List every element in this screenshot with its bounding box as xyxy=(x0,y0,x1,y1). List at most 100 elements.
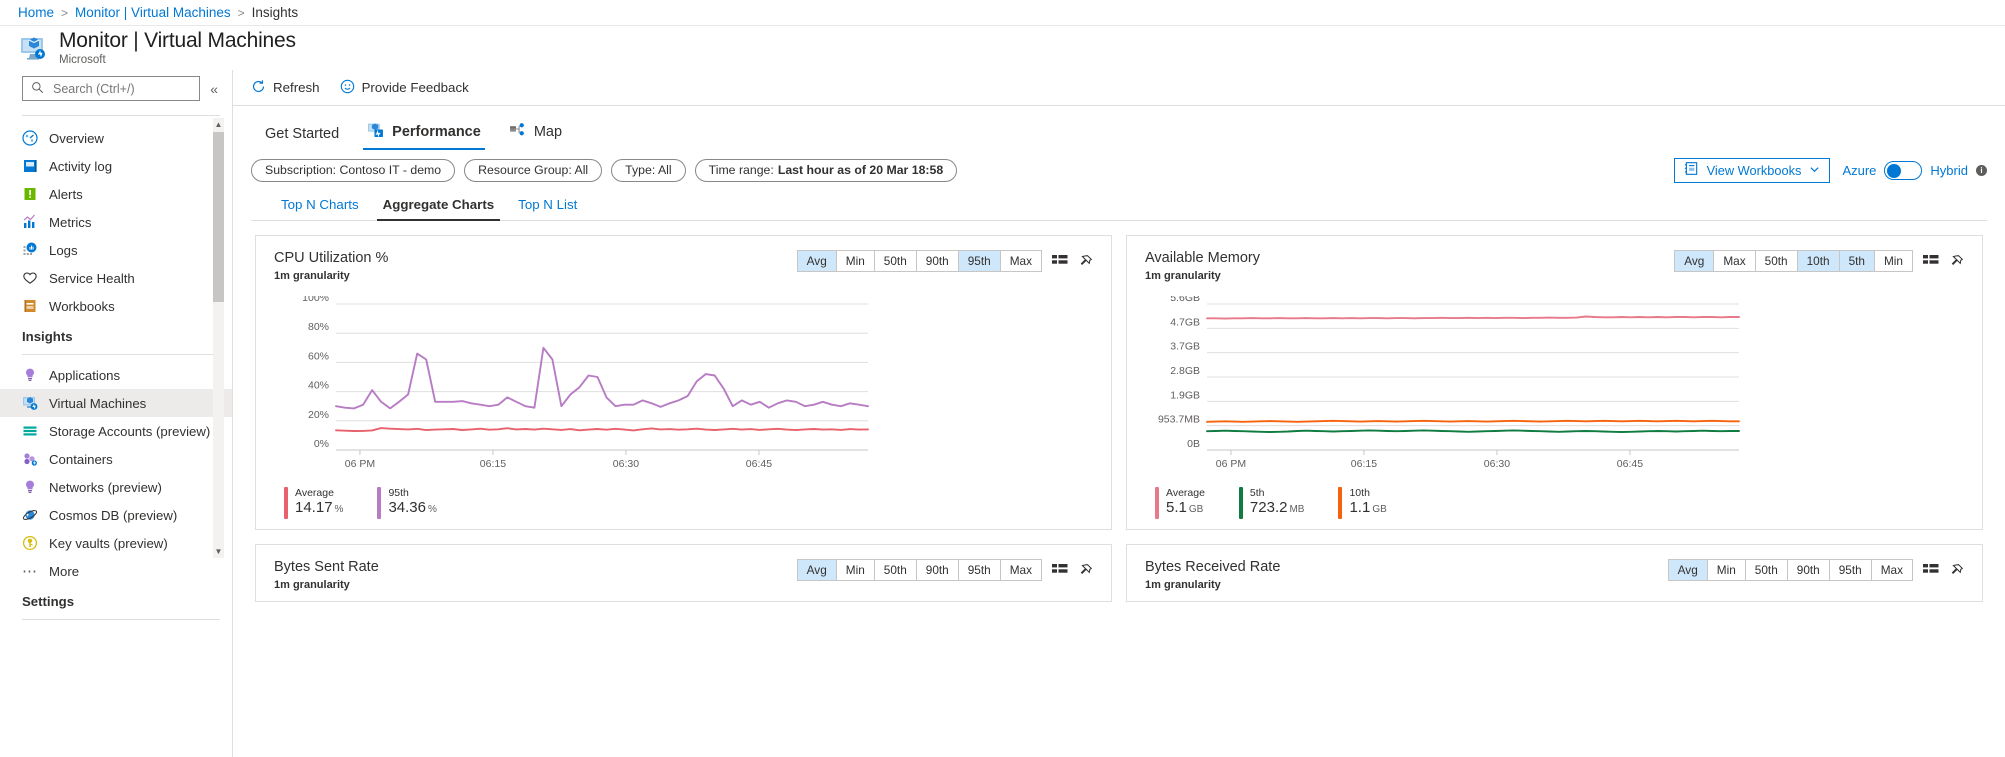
view-workbooks-button[interactable]: View Workbooks xyxy=(1673,157,1831,183)
divider xyxy=(22,354,220,355)
sidebar-item-label: Alerts xyxy=(49,186,83,202)
sidebar-item-logs[interactable]: Logs xyxy=(0,236,232,264)
percentile-option-bytes-received-50th[interactable]: 50th xyxy=(1745,560,1788,580)
line-chart-memory: 0B 953.7MB 1.9GB 2.8GB 3.7GB 4.7GB 5.6GB 06 PM 0… xyxy=(1158,292,1740,470)
sidebar-item-label: Activity log xyxy=(49,158,113,174)
sidebar-item-more[interactable]: ⋯ More xyxy=(0,557,232,585)
sidebar-item-alerts[interactable]: Alerts xyxy=(0,180,232,208)
subtab-aggregate-charts[interactable]: Aggregate Charts xyxy=(371,190,507,221)
percentile-option-bytes-sent-90th[interactable]: 90th xyxy=(916,560,959,580)
search-input[interactable] xyxy=(51,80,192,97)
filter-type[interactable]: Type: All xyxy=(611,158,686,182)
chart-card-bytes-received-rate: Bytes Received Rate 1m granularity Avg Mi… xyxy=(1126,544,1983,602)
storage-icon xyxy=(23,426,37,436)
percentile-option-bytes-sent-min[interactable]: Min xyxy=(836,560,875,580)
legend-series-unit: GB xyxy=(1188,504,1204,515)
percentile-option-bytes-received-min[interactable]: Min xyxy=(1707,560,1746,580)
percentile-option-bytes-sent-95th[interactable]: 95th xyxy=(958,560,1001,580)
sidebar-section-insights: Insights xyxy=(22,329,73,344)
sidebar-item-networks[interactable]: Networks (preview) xyxy=(0,473,232,501)
percentile-option-bytes-sent-max[interactable]: Max xyxy=(1000,560,1041,580)
azure-hybrid-toggle[interactable] xyxy=(1884,160,1923,180)
y-axis-tick-label: 40% xyxy=(308,380,329,392)
chart-grid: CPU Utilization % 1m granularity Avg Min 5… xyxy=(233,221,2005,602)
percentile-option-memory-avg[interactable]: Avg xyxy=(1675,251,1715,271)
containers-icon xyxy=(24,453,37,466)
ellipsis-icon: ⋯ xyxy=(22,563,39,580)
sidebar-item-label: Applications xyxy=(49,367,121,383)
legend-series-name: 95th xyxy=(388,487,409,499)
legend-toggle-icon[interactable] xyxy=(1052,563,1068,577)
chart-title: Bytes Sent Rate xyxy=(274,559,379,575)
legend-series-value: 723.2 MB xyxy=(1249,499,1305,516)
subtab-top-n-list[interactable]: Top N List xyxy=(506,190,589,220)
percentile-option-cpu-50th[interactable]: 50th xyxy=(874,251,917,271)
percentile-selector-bytes-sent: Avg Min 50th 90th 95th Max xyxy=(796,559,1042,581)
tab-performance[interactable]: Performance xyxy=(353,121,495,150)
filter-resource-group[interactable]: Resource Group: All xyxy=(464,158,603,182)
chart-header: Bytes Sent Rate 1m granularity Avg Min 50t… xyxy=(274,559,1093,591)
map-icon xyxy=(509,121,526,142)
sidebar-item-label: Key vaults (preview) xyxy=(49,535,168,551)
sidebar-item-containers[interactable]: Containers xyxy=(0,445,232,473)
sidebar-item-activity-log[interactable]: Activity log xyxy=(0,152,232,180)
tab-get-started[interactable]: Get Started xyxy=(251,126,353,150)
percentile-option-bytes-received-avg[interactable]: Avg xyxy=(1668,560,1708,580)
percentile-option-bytes-received-95th[interactable]: 95th xyxy=(1829,560,1872,580)
y-axis-tick-label: 0B xyxy=(1187,438,1200,450)
pin-icon[interactable] xyxy=(1949,563,1964,578)
percentile-option-cpu-95th[interactable]: 95th xyxy=(958,251,1001,271)
search-box[interactable] xyxy=(22,76,201,101)
provide-feedback-button[interactable]: Provide Feedback xyxy=(340,79,469,97)
x-axis-tick-label: 06:30 xyxy=(613,458,639,470)
tab-map[interactable]: Map xyxy=(495,121,576,150)
scroll-up-icon[interactable]: ▲ xyxy=(213,118,224,131)
percentile-option-memory-max[interactable]: Max xyxy=(1714,251,1756,271)
sidebar-item-metrics[interactable]: Metrics xyxy=(0,208,232,236)
legend-toggle-icon[interactable] xyxy=(1923,254,1939,268)
legend-toggle-icon[interactable] xyxy=(1923,563,1939,577)
percentile-option-cpu-avg[interactable]: Avg xyxy=(797,251,837,271)
sidebar-item-cosmos-db[interactable]: Cosmos DB (preview) xyxy=(0,501,232,529)
percentile-option-bytes-received-90th[interactable]: 90th xyxy=(1787,560,1830,580)
sidebar-item-workbooks[interactable]: Workbooks xyxy=(0,292,232,320)
sidebar-item-storage-accounts[interactable]: Storage Accounts (preview) xyxy=(0,417,232,445)
pin-icon[interactable] xyxy=(1078,254,1093,269)
percentile-option-cpu-min[interactable]: Min xyxy=(836,251,875,271)
sidebar-item-service-health[interactable]: Service Health xyxy=(0,264,232,292)
scroll-down-icon[interactable]: ▼ xyxy=(213,545,224,558)
sidebar-item-virtual-machines[interactable]: Virtual Machines xyxy=(0,389,232,417)
legend-series-value: 5.1 GB xyxy=(1166,499,1204,516)
refresh-button[interactable]: Refresh xyxy=(251,79,320,97)
filter-subscription[interactable]: Subscription: Contoso IT - demo xyxy=(251,158,456,182)
pin-icon[interactable] xyxy=(1949,254,1964,269)
percentile-option-memory-min[interactable]: Min xyxy=(1874,251,1912,271)
legend-toggle-icon[interactable] xyxy=(1052,254,1068,268)
breadcrumb-home[interactable]: Home xyxy=(18,5,54,20)
percentile-option-cpu-90th[interactable]: 90th xyxy=(916,251,959,271)
sidebar-scrollbar[interactable]: ▲ ▼ xyxy=(213,118,224,558)
gauge-icon xyxy=(22,130,38,146)
heart-icon xyxy=(23,272,37,284)
info-icon[interactable]: i xyxy=(1976,164,1987,176)
breadcrumb-monitor[interactable]: Monitor | Virtual Machines xyxy=(75,5,231,20)
sidebar-item-key-vaults[interactable]: Key vaults (preview) xyxy=(0,529,232,557)
percentile-option-memory-5th[interactable]: 5th xyxy=(1839,251,1875,271)
percentile-option-bytes-sent-avg[interactable]: Avg xyxy=(797,560,837,580)
percentile-option-bytes-sent-50th[interactable]: 50th xyxy=(874,560,917,580)
collapse-sidebar-icon[interactable]: « xyxy=(208,81,220,97)
legend-series-name: 10th xyxy=(1349,487,1370,499)
pin-icon[interactable] xyxy=(1078,563,1093,578)
percentile-option-cpu-max[interactable]: Max xyxy=(1000,251,1041,271)
subtab-top-n-charts[interactable]: Top N Charts xyxy=(269,190,371,220)
legend-color-swatch xyxy=(1155,487,1159,519)
filter-label: Subscription: Contoso IT - demo xyxy=(265,163,442,177)
filter-time-range[interactable]: Time range: Last hour as of 20 Mar 18:58 xyxy=(694,158,958,182)
percentile-option-memory-10th[interactable]: 10th xyxy=(1797,251,1840,271)
sidebar-item-applications[interactable]: Applications xyxy=(0,361,232,389)
percentile-option-bytes-received-max[interactable]: Max xyxy=(1871,560,1912,580)
legend-series-value: 34.36% xyxy=(388,499,437,516)
scrollbar-thumb[interactable] xyxy=(213,132,224,302)
percentile-option-memory-50th[interactable]: 50th xyxy=(1755,251,1798,271)
sidebar-item-overview[interactable]: Overview xyxy=(0,124,232,152)
